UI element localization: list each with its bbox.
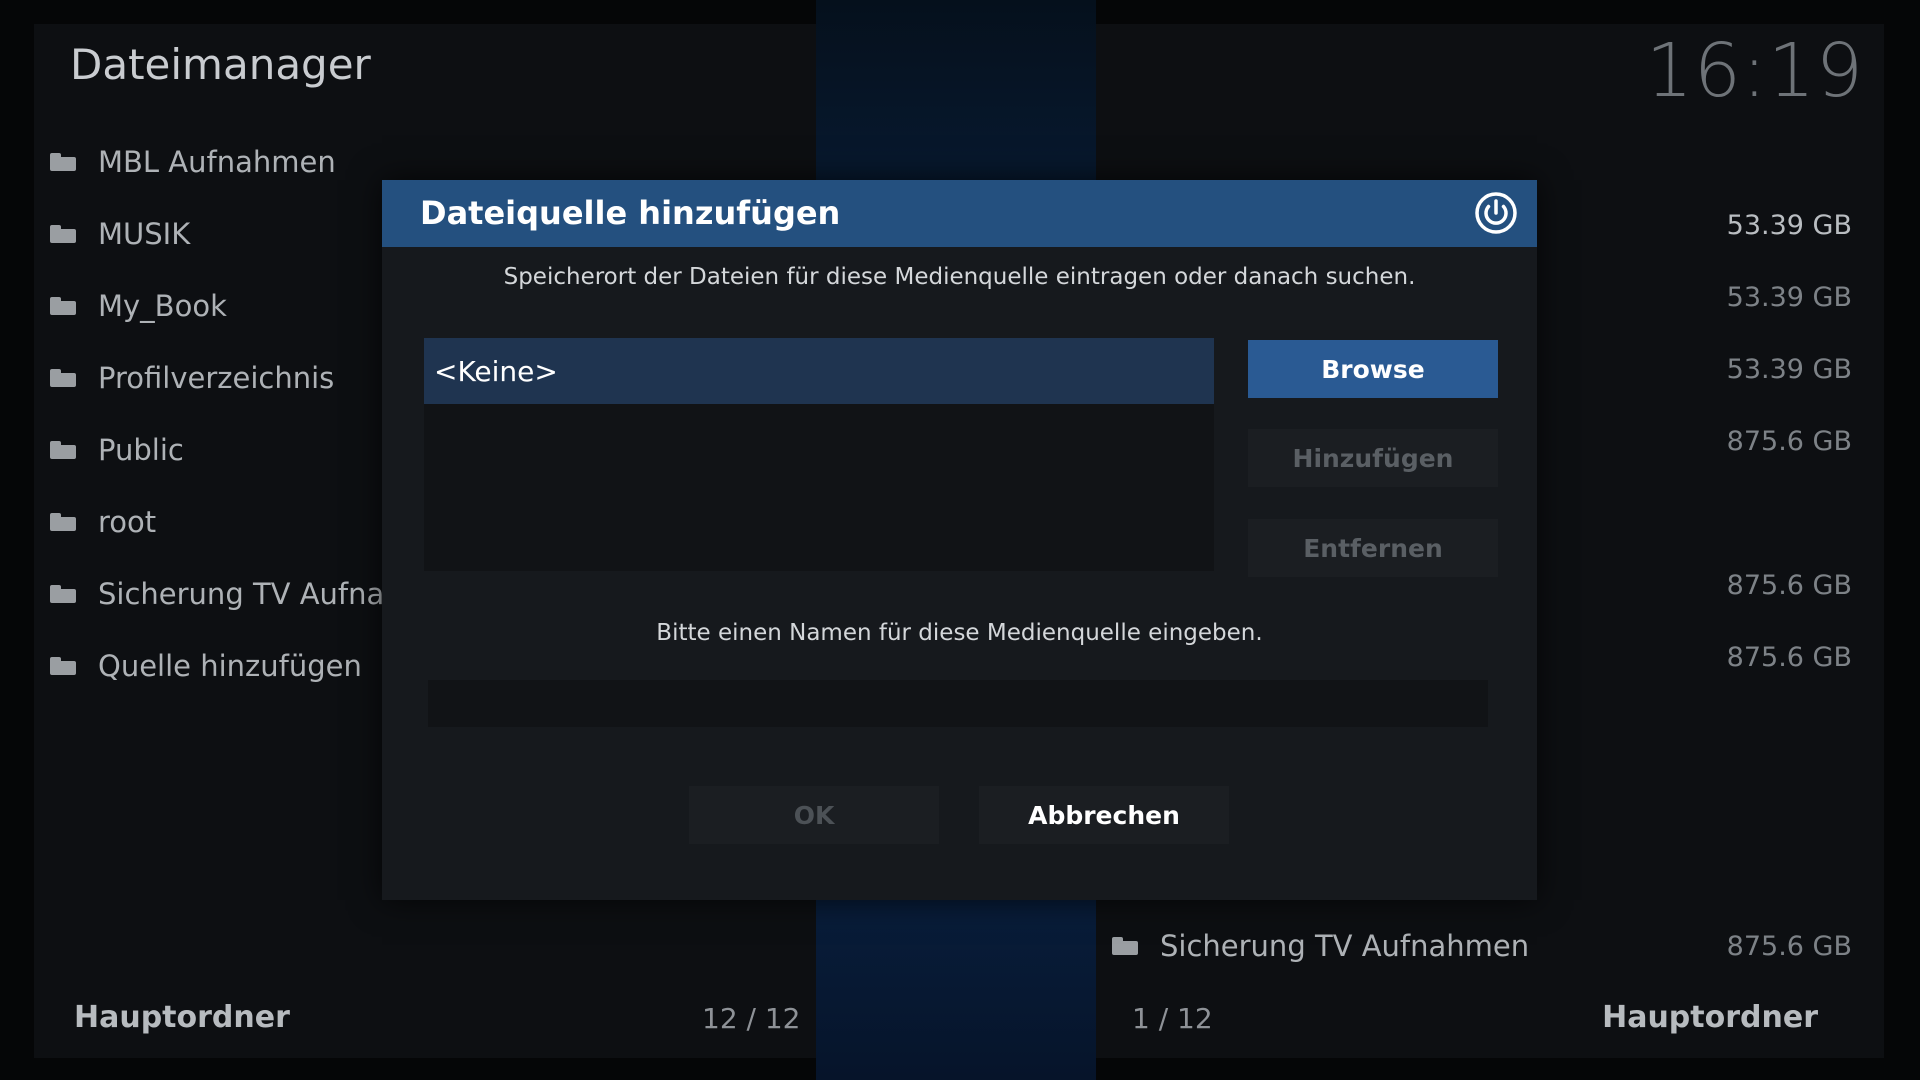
cancel-button[interactable]: Abbrechen [979, 786, 1229, 844]
size-value: 875.6 GB [1726, 570, 1852, 601]
size-value: 53.39 GB [1726, 210, 1852, 241]
folder-icon [50, 585, 76, 603]
footer-right-label: Hauptordner [1602, 1000, 1818, 1035]
list-item[interactable]: root [50, 486, 390, 558]
size-value: 875.6 GB [1726, 930, 1852, 962]
name-prompt: Bitte einen Namen für diese Medienquelle… [656, 620, 1263, 646]
size-value: 53.39 GB [1726, 354, 1852, 385]
folder-icon [50, 369, 76, 387]
list-item-label: My_Book [98, 289, 227, 323]
list-item[interactable]: Quelle hinzufügen [50, 630, 390, 702]
left-file-list: MBL Aufnahmen MUSIK My_Book Profilverzei… [50, 126, 390, 702]
right-item-count: 1 / 12 [1132, 1002, 1213, 1035]
list-item[interactable]: Sicherung TV Aufnahmen 875.6 GB [1112, 910, 1852, 982]
footer-left-label: Hauptordner [74, 1000, 290, 1035]
list-item[interactable]: Public [50, 414, 390, 486]
path-item-selected[interactable]: <Keine> [424, 338, 1214, 404]
folder-icon [50, 153, 76, 171]
browse-button[interactable]: Browse [1248, 340, 1498, 398]
list-item-label: MUSIK [98, 217, 191, 251]
left-item-count: 12 / 12 [702, 1002, 801, 1035]
list-item[interactable]: MUSIK [50, 198, 390, 270]
page-title: Dateimanager [70, 40, 371, 89]
add-button[interactable]: Hinzufügen [1248, 429, 1498, 487]
remove-button[interactable]: Entfernen [1248, 519, 1498, 577]
folder-icon [50, 297, 76, 315]
list-item-label: Sicherung TV Aufnahmen [1160, 929, 1530, 963]
folder-icon [1112, 937, 1138, 955]
list-item[interactable]: Sicherung TV Aufnahm [50, 558, 390, 630]
size-value: 53.39 GB [1726, 282, 1852, 313]
ok-button[interactable]: OK [689, 786, 939, 844]
add-source-dialog: Dateiquelle hinzufügen Speicherort der D… [382, 180, 1537, 900]
folder-icon [50, 441, 76, 459]
list-item[interactable]: MBL Aufnahmen [50, 126, 390, 198]
right-size-column: 53.39 GB 53.39 GB 53.39 GB 875.6 GB 875.… [1727, 190, 1852, 694]
dialog-description: Speicherort der Dateien für diese Medien… [503, 264, 1416, 290]
dialog-title: Dateiquelle hinzufügen [420, 194, 841, 232]
list-item-label: Sicherung TV Aufnahm [98, 577, 390, 611]
folder-icon [50, 513, 76, 531]
list-item[interactable]: My_Book [50, 270, 390, 342]
size-value [1727, 478, 1852, 550]
size-value: 875.6 GB [1726, 426, 1852, 457]
source-path-list[interactable]: <Keine> [424, 338, 1214, 571]
size-value: 875.6 GB [1726, 642, 1852, 673]
list-item-label: Profilverzeichnis [98, 361, 335, 395]
folder-icon [50, 657, 76, 675]
list-item-label: Quelle hinzufügen [98, 649, 362, 683]
clock: 16:19 [1645, 28, 1864, 114]
list-item-label: MBL Aufnahmen [98, 145, 336, 179]
source-name-input[interactable] [428, 680, 1488, 727]
folder-icon [50, 225, 76, 243]
path-item-label: <Keine> [434, 354, 558, 388]
list-item[interactable]: Profilverzeichnis [50, 342, 390, 414]
list-item-label: Public [98, 433, 184, 467]
dialog-header: Dateiquelle hinzufügen [382, 180, 1537, 247]
close-icon[interactable] [1473, 190, 1519, 236]
list-item-label: root [98, 505, 157, 539]
